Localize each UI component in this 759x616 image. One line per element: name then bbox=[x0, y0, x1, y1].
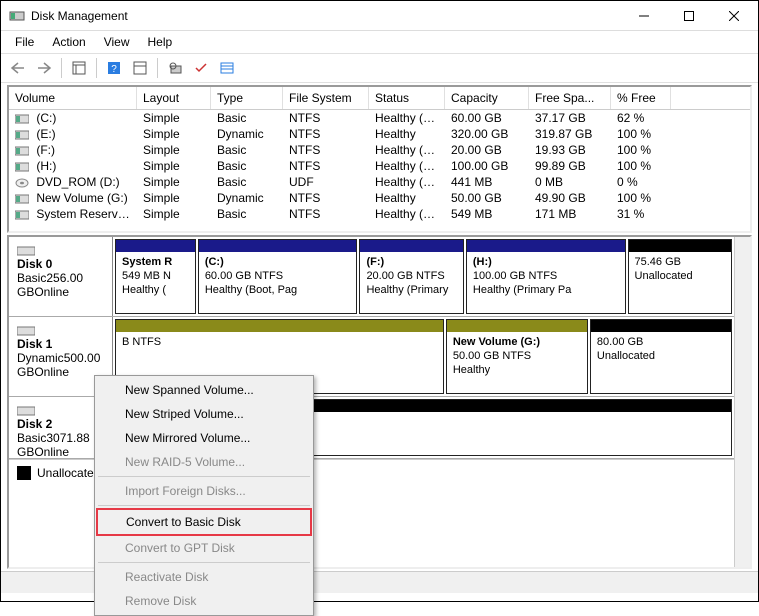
partition[interactable]: 80.00 GBUnallocated bbox=[590, 319, 732, 394]
volume-row[interactable]: (C:)SimpleBasicNTFSHealthy (B...60.00 GB… bbox=[9, 110, 750, 126]
settings-button[interactable] bbox=[129, 57, 151, 79]
refresh-button[interactable] bbox=[164, 57, 186, 79]
menubar: File Action View Help bbox=[1, 31, 758, 53]
close-button[interactable] bbox=[711, 1, 756, 30]
titlebar: Disk Management bbox=[1, 1, 758, 31]
forward-button[interactable] bbox=[33, 57, 55, 79]
legend-label: Unallocate bbox=[37, 466, 94, 480]
partition[interactable]: (H:)100.00 GB NTFSHealthy (Primary Pa bbox=[466, 239, 626, 314]
menu-view[interactable]: View bbox=[96, 33, 138, 51]
col-type[interactable]: Type bbox=[211, 87, 283, 109]
list-button[interactable] bbox=[216, 57, 238, 79]
volume-list-header: Volume Layout Type File System Status Ca… bbox=[9, 87, 750, 110]
col-layout[interactable]: Layout bbox=[137, 87, 211, 109]
partition[interactable]: 75.46 GBUnallocated bbox=[628, 239, 732, 314]
col-status[interactable]: Status bbox=[369, 87, 445, 109]
menu-help[interactable]: Help bbox=[140, 33, 181, 51]
context-item: Convert to GPT Disk bbox=[97, 536, 311, 560]
context-item: Remove Disk bbox=[97, 589, 311, 613]
volume-row[interactable]: (F:)SimpleBasicNTFSHealthy (P...20.00 GB… bbox=[9, 142, 750, 158]
toolbar: ? bbox=[1, 53, 758, 83]
app-icon bbox=[9, 8, 25, 24]
context-separator bbox=[98, 505, 310, 506]
context-item[interactable]: New Mirrored Volume... bbox=[97, 426, 311, 450]
col-volume[interactable]: Volume bbox=[9, 87, 137, 109]
partition[interactable]: (C:)60.00 GB NTFSHealthy (Boot, Pag bbox=[198, 239, 358, 314]
context-separator bbox=[98, 476, 310, 477]
col-free[interactable]: Free Spa... bbox=[529, 87, 611, 109]
minimize-button[interactable] bbox=[621, 1, 666, 30]
partition[interactable]: System R549 MB NHealthy ( bbox=[115, 239, 196, 314]
disk-label[interactable]: Disk 0Basic256.00 GBOnline bbox=[9, 237, 113, 316]
window-title: Disk Management bbox=[31, 9, 621, 23]
context-item[interactable]: Convert to Basic Disk bbox=[98, 510, 310, 534]
context-item: New RAID-5 Volume... bbox=[97, 450, 311, 474]
vertical-scrollbar[interactable] bbox=[734, 237, 750, 567]
apply-button[interactable] bbox=[190, 57, 212, 79]
volume-row[interactable]: DVD_ROM (D:)SimpleBasicUDFHealthy (P...4… bbox=[9, 174, 750, 190]
context-item: Reactivate Disk bbox=[97, 565, 311, 589]
partition[interactable]: (F:)20.00 GB NTFSHealthy (Primary bbox=[359, 239, 463, 314]
svg-text:?: ? bbox=[111, 64, 117, 75]
volume-row[interactable]: (E:)SimpleDynamicNTFSHealthy320.00 GB319… bbox=[9, 126, 750, 142]
help-button[interactable]: ? bbox=[103, 57, 125, 79]
col-filesystem[interactable]: File System bbox=[283, 87, 369, 109]
col-pct-free[interactable]: % Free bbox=[611, 87, 671, 109]
context-menu: New Spanned Volume...New Striped Volume.… bbox=[94, 375, 314, 616]
context-item[interactable]: New Striped Volume... bbox=[97, 402, 311, 426]
volume-row[interactable]: (H:)SimpleBasicNTFSHealthy (P...100.00 G… bbox=[9, 158, 750, 174]
context-separator bbox=[98, 562, 310, 563]
volume-row[interactable]: System ReservedSimpleBasicNTFSHealthy (S… bbox=[9, 206, 750, 222]
menu-action[interactable]: Action bbox=[44, 33, 93, 51]
legend-swatch-unallocated bbox=[17, 466, 31, 480]
partition[interactable]: New Volume (G:)50.00 GB NTFSHealthy bbox=[446, 319, 588, 394]
view-button[interactable] bbox=[68, 57, 90, 79]
maximize-button[interactable] bbox=[666, 1, 711, 30]
col-capacity[interactable]: Capacity bbox=[445, 87, 529, 109]
back-button[interactable] bbox=[7, 57, 29, 79]
volume-row[interactable]: New Volume (G:)SimpleDynamicNTFSHealthy5… bbox=[9, 190, 750, 206]
context-item-highlight: Convert to Basic Disk bbox=[96, 508, 312, 536]
disk-row: Disk 0Basic256.00 GBOnlineSystem R549 MB… bbox=[9, 237, 750, 317]
context-item: Import Foreign Disks... bbox=[97, 479, 311, 503]
menu-file[interactable]: File bbox=[7, 33, 42, 51]
volume-list[interactable]: Volume Layout Type File System Status Ca… bbox=[7, 85, 752, 233]
context-item[interactable]: New Spanned Volume... bbox=[97, 378, 311, 402]
